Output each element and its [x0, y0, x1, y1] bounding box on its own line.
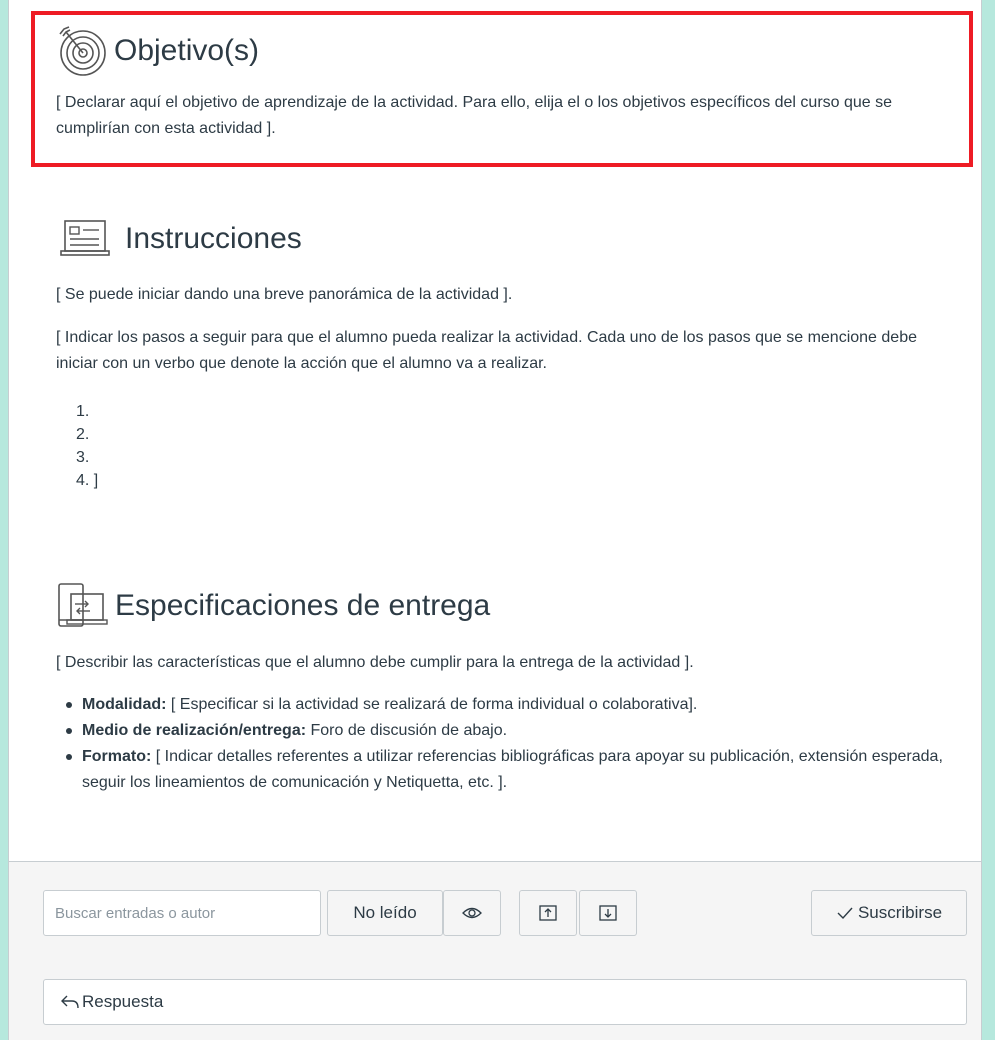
- delivery-title: Especificaciones de entrega: [115, 589, 491, 622]
- target-icon: [59, 26, 106, 76]
- item-label: Medio de realización/entrega:: [82, 722, 307, 739]
- instructions-steps-text: [ Indicar los pasos a seguir para que el…: [56, 329, 917, 372]
- device-transfer-icon: [58, 583, 108, 627]
- item-label: Formato:: [82, 748, 152, 765]
- objective-text: [ Declarar aquí el objetivo de aprendiza…: [56, 94, 893, 137]
- subscribe-label: Suscribirse: [857, 903, 943, 922]
- objective-heading: Objetivo(s): [54, 22, 259, 80]
- checkmark-icon: [837, 907, 853, 920]
- eye-icon: [462, 907, 482, 919]
- unread-button[interactable]: No leído: [327, 890, 443, 936]
- collapse-all-button[interactable]: [579, 890, 637, 936]
- expand-all-button[interactable]: [519, 890, 577, 936]
- instructions-heading: Instrucciones: [59, 216, 302, 262]
- item-text: Foro de discusión de abajo.: [306, 722, 508, 739]
- discussion-toolbar: No leído Suscribirse: [9, 861, 981, 961]
- list-item: Formato: [ Indicar detalles referentes a…: [63, 744, 963, 796]
- instructions-steps-list: 1. 2. 3. 4. ]: [76, 400, 98, 492]
- reply-label: Respuesta: [82, 992, 164, 1011]
- objective-title: Objetivo(s): [114, 34, 260, 67]
- item-text: [ Especificar si la actividad se realiza…: [166, 696, 698, 713]
- delivery-items-list: Modalidad: [ Especificar si la actividad…: [63, 692, 963, 796]
- list-item: 3.: [76, 449, 90, 466]
- item-text: [ Indicar detalles referentes a utilizar…: [82, 748, 943, 791]
- discussion-page: Objetivo(s) [ Declarar aquí el objetivo …: [8, 0, 982, 1040]
- instructions-title: Instrucciones: [125, 222, 302, 255]
- reply-arrow-icon: [61, 995, 79, 1009]
- list-item: 1.: [76, 403, 90, 420]
- reply-bar: Respuesta: [9, 959, 981, 1040]
- list-item: 4. ]: [76, 472, 99, 489]
- presentation-screen-icon: [60, 220, 110, 256]
- list-item: Modalidad: [ Especificar si la actividad…: [63, 692, 963, 718]
- instructions-intro: [ Se puede iniciar dando una breve panor…: [56, 286, 513, 303]
- search-input[interactable]: [43, 890, 321, 936]
- subscribe-button[interactable]: Suscribirse: [811, 890, 967, 936]
- list-item: Medio de realización/entrega: Foro de di…: [63, 718, 963, 744]
- list-item: 2.: [76, 426, 90, 443]
- arrow-down-box-icon: [599, 905, 617, 921]
- view-toggle-button[interactable]: [443, 890, 501, 936]
- arrow-up-box-icon: [539, 905, 557, 921]
- item-label: Modalidad:: [82, 696, 167, 713]
- delivery-heading: Especificaciones de entrega: [55, 580, 490, 632]
- reply-button[interactable]: Respuesta: [43, 979, 967, 1025]
- delivery-intro: [ Describir las características que el a…: [56, 654, 694, 671]
